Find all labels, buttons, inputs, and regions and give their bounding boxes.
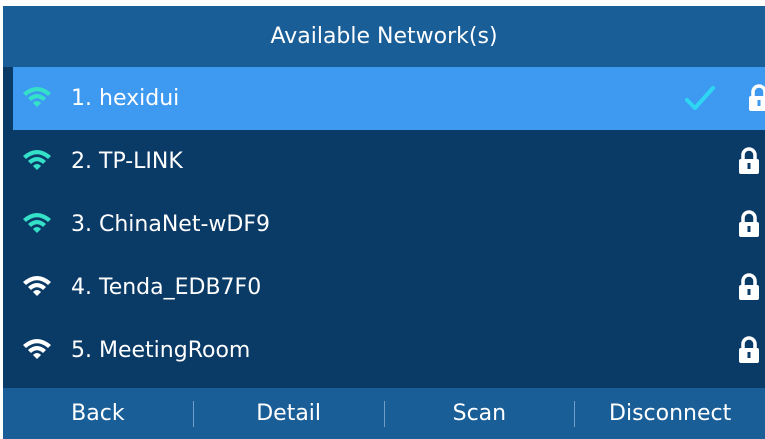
network-index: 2. — [71, 149, 92, 174]
network-row-4[interactable]: 4. Tenda_EDB7F0 — [3, 256, 765, 319]
network-row-5[interactable]: 5. MeetingRoom — [3, 319, 765, 382]
network-ssid: ChinaNet-wDF9 — [99, 212, 270, 237]
detail-button[interactable]: Detail — [194, 388, 384, 439]
network-index: 1. — [71, 86, 92, 111]
phone-screen-frame: Available Network(s) 1. hexidui 2. TP-LI… — [0, 0, 765, 439]
lock-icon — [739, 210, 759, 237]
wifi-screen: Available Network(s) 1. hexidui 2. TP-LI… — [3, 6, 765, 439]
connected-check-icon — [685, 86, 715, 110]
network-index: 5. — [71, 338, 92, 363]
wifi-icon — [23, 213, 51, 233]
softkey-bar: Back Detail Scan Disconnect — [3, 388, 765, 439]
lock-icon — [749, 84, 765, 111]
back-button[interactable]: Back — [3, 388, 193, 439]
network-row-2[interactable]: 2. TP-LINK — [3, 130, 765, 193]
network-row-1[interactable]: 1. hexidui — [13, 67, 765, 130]
wifi-icon — [23, 87, 51, 107]
network-index: 3. — [71, 212, 92, 237]
lock-icon — [739, 273, 759, 300]
scan-button[interactable]: Scan — [385, 388, 575, 439]
disconnect-button[interactable]: Disconnect — [575, 388, 765, 439]
wifi-icon — [23, 339, 51, 359]
lock-icon — [739, 147, 759, 174]
network-ssid: MeetingRoom — [99, 338, 251, 363]
lock-icon — [739, 336, 759, 363]
page-title: Available Network(s) — [3, 6, 765, 67]
network-ssid: Tenda_EDB7F0 — [99, 275, 262, 300]
wifi-icon — [23, 276, 51, 296]
network-row-3[interactable]: 3. ChinaNet-wDF9 — [3, 193, 765, 256]
network-ssid: hexidui — [99, 86, 180, 111]
network-ssid: TP-LINK — [99, 149, 183, 174]
network-list: 1. hexidui 2. TP-LINK 3. ChinaNet-wDF9 4… — [3, 67, 765, 382]
network-index: 4. — [71, 275, 92, 300]
wifi-icon — [23, 150, 51, 170]
